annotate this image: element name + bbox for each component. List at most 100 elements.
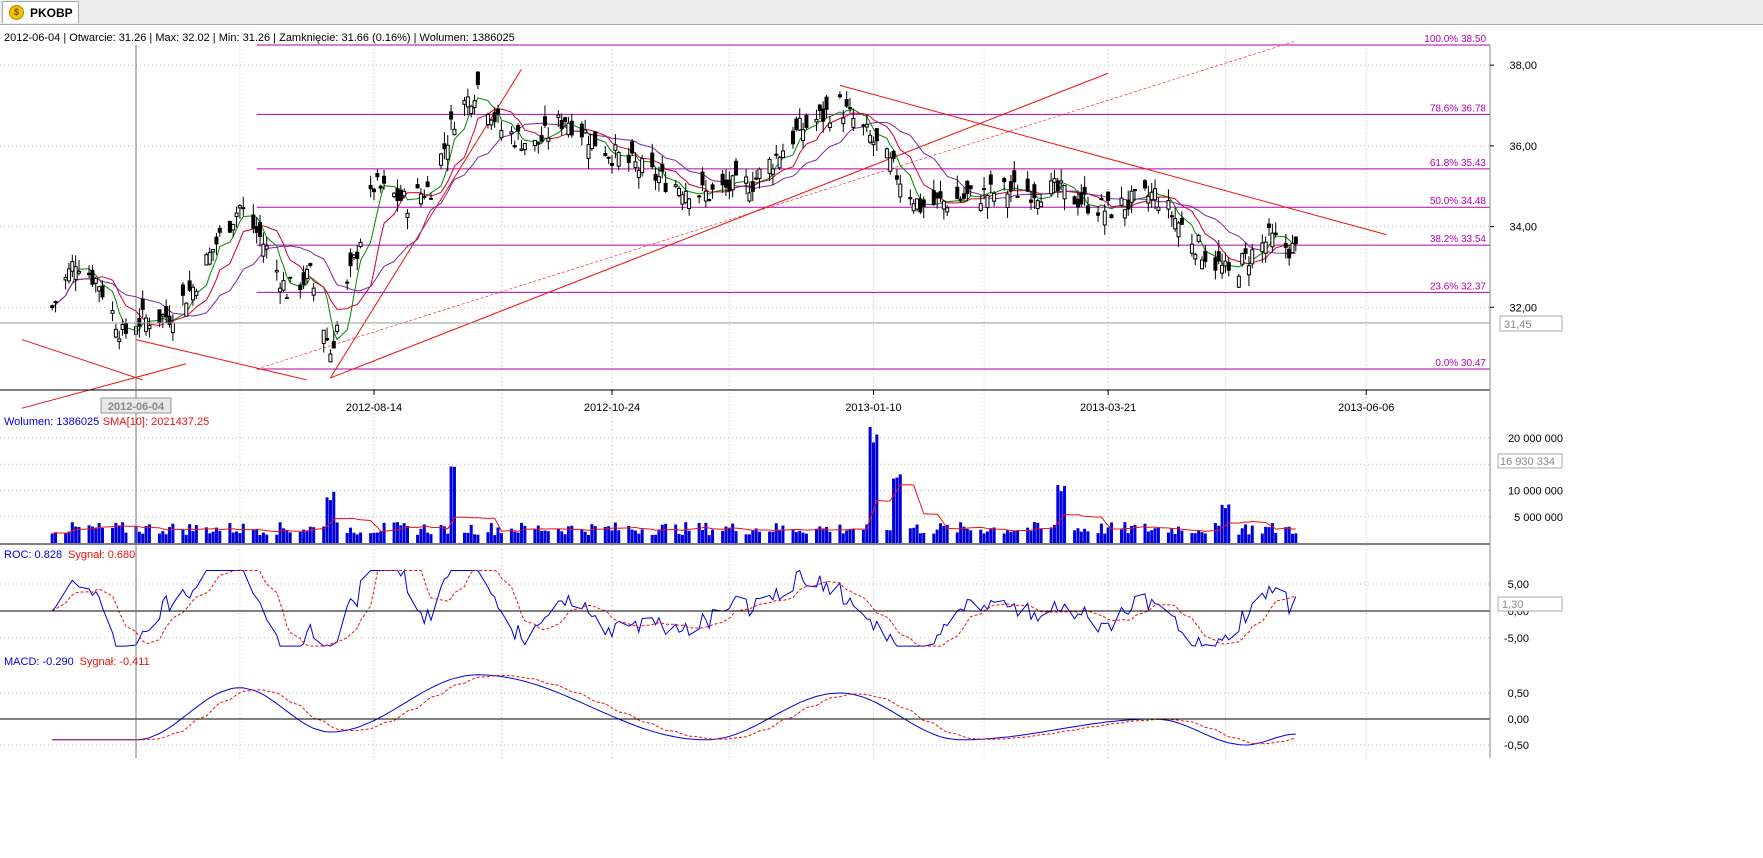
volume-bar [1120,529,1124,543]
volume-bar [1267,527,1271,543]
volume-bar [298,531,302,543]
candle-body [650,152,655,168]
volume-bar [422,524,426,543]
candle-body [958,198,963,201]
volume-bar [100,527,104,543]
candle-body [1002,178,1007,183]
fib-level-label: 23.6% 32.37 [1430,281,1487,292]
candle-body [569,120,574,136]
fib-level-label: 0.0% 30.47 [1435,358,1486,369]
volume-bar [704,522,708,543]
candle-body [1189,243,1194,254]
volume-bar [97,522,101,543]
volume-bar [1274,532,1278,543]
candle-body [449,111,454,120]
candle-body [418,193,423,205]
candle-body [710,184,715,190]
candle-body [968,185,973,190]
candle-body [918,198,923,213]
volume-bar [1193,533,1197,543]
volume-bar [228,523,232,543]
candle-body [955,186,960,200]
volume-bar [426,532,430,543]
volume-bar [1083,528,1087,543]
fib-level-label: 78.6% 36.78 [1430,103,1487,114]
candle-body [1012,170,1017,183]
candle-body [70,261,75,272]
volume-bar [546,531,550,543]
candle-body [1008,181,1013,192]
volume-bar [892,478,896,543]
tab-pkobp[interactable]: $ PKOBP [2,1,79,23]
candle-body [137,317,142,327]
candle-body [50,305,55,309]
candle-body [556,114,561,118]
candle-body [1273,232,1278,235]
moving-averages [51,97,1297,341]
volume-bar [141,533,145,543]
volume-bar [1099,523,1103,543]
volume-bar [278,522,282,543]
volume-bar [1036,522,1040,543]
volume-bar [429,534,433,543]
candle-body [372,188,376,193]
candle-body [180,284,185,296]
volume-bar [251,529,255,543]
volume-bar [617,530,621,543]
roc-line [51,569,1297,647]
candle-body [402,190,407,197]
volume-bar [543,530,547,543]
candle-body [93,277,98,284]
candle-body [1240,253,1245,265]
volume-bar [1109,522,1113,543]
volume-bar [161,531,165,543]
candle-body [254,226,259,233]
candle-body [496,108,501,115]
volume-bar [942,525,946,543]
volume-bar [871,442,875,543]
volume-bar [962,526,966,543]
candle-body [814,118,819,123]
candle-body [140,298,145,311]
candle-body [1106,191,1111,202]
volume-bar [654,534,658,543]
volume-bar [355,534,359,543]
candle-body [281,279,286,291]
volume-bar [556,528,560,543]
candle-body [274,269,279,273]
candle-body [888,157,893,172]
candle-body [382,175,387,184]
candle-body [184,302,189,317]
volume-bar [932,533,936,543]
candle-body [727,179,732,192]
candle-body [1062,185,1067,200]
candle-body [298,284,303,291]
candle-body [626,154,631,163]
candle-body [335,324,340,332]
candle-body [1176,222,1181,238]
candle-body [321,329,326,345]
candle-body [536,142,541,145]
candle-body [355,251,360,260]
volume-bar [1220,504,1224,543]
volume-bar [1016,529,1020,543]
candle-body [1193,253,1198,260]
candle-body [170,322,175,334]
candle-body [794,118,799,131]
volume-bar [87,525,91,543]
candle-body [1015,196,1020,199]
candle-body [425,181,430,187]
candle-body [978,203,983,211]
volume-bar [332,491,336,543]
candle-body [392,192,397,198]
candle-body [871,141,876,146]
candle-body [931,190,936,205]
candle-body [1287,248,1292,259]
candle-body [1166,200,1171,210]
candle-body [767,158,772,174]
volume-bar [1079,531,1083,543]
roc-signal-line [51,570,1296,647]
volume-bar [587,534,591,543]
chart-area[interactable]: 100.0% 38.50 78.6% 36.78 61.8% 35.43 50.0% … [0,25,1763,858]
candle-body [935,192,940,199]
